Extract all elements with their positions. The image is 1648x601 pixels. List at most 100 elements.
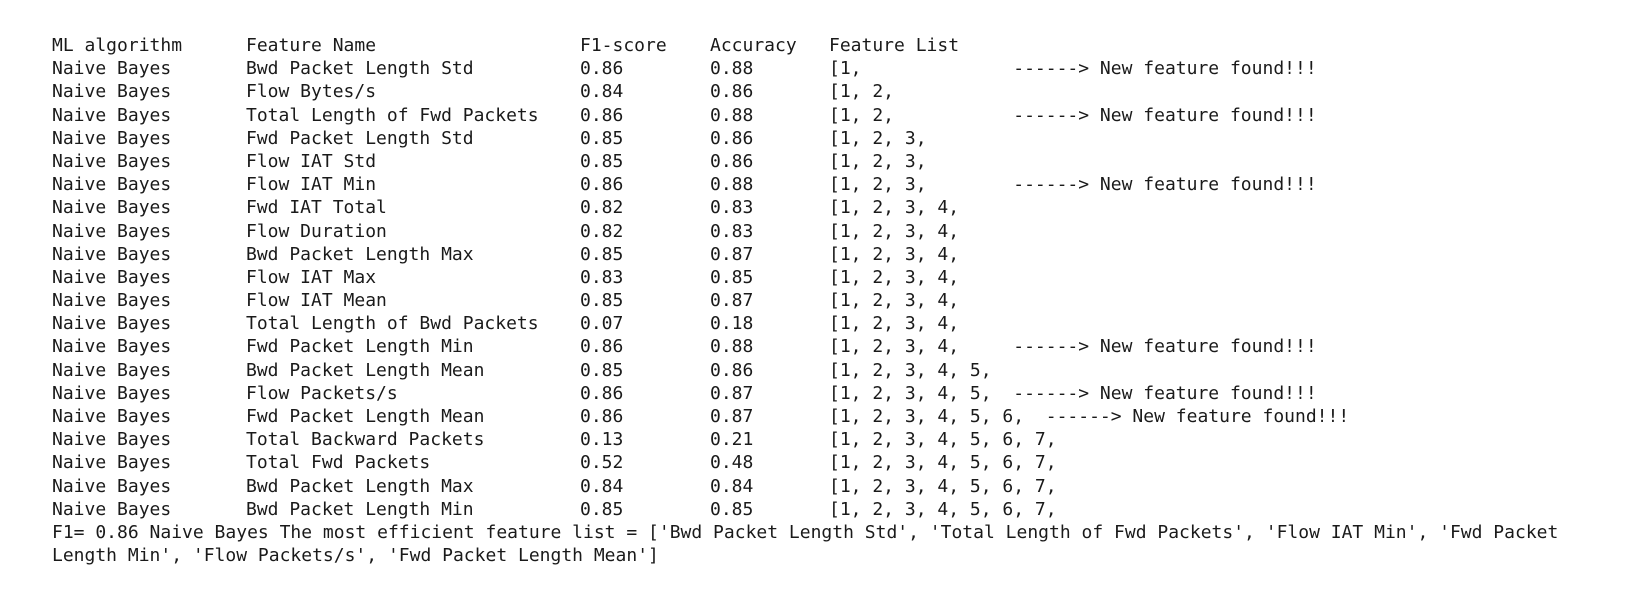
row-feature-name: Flow IAT Mean xyxy=(246,290,387,312)
row-accuracy: 0.87 xyxy=(710,243,754,265)
header-algorithm: ML algorithm xyxy=(52,35,183,56)
table-row: Naive Bayes Flow Packets/s 0.86 0.87 [1, 2, … xyxy=(52,382,1632,405)
row-feature-list: [1, 2, 3, 4, 5, 6, ------> New feature f… xyxy=(829,406,1350,427)
row-feature-list: [1, 2, ------> New feature found!!! xyxy=(829,104,1317,126)
row-algorithm: Naive Bayes xyxy=(52,150,172,172)
table-row: Naive Bayes Fwd Packet Length Min 0.86 0.88… xyxy=(52,335,1632,358)
summary-line: F1= 0.86 Naive Bayes The most efficient … xyxy=(52,521,1559,567)
row-algorithm: Naive Bayes xyxy=(52,290,172,312)
row-algorithm: Naive Bayes xyxy=(52,359,172,381)
row-f1-score: 0.85 xyxy=(580,498,624,520)
row-f1-score: 0.86 xyxy=(580,104,624,126)
row-feature-list: [1, 2, 3, 4, xyxy=(829,197,960,219)
console-output: ML algorithm Feature Name F1-score Accur… xyxy=(52,34,1632,567)
row-accuracy: 0.85 xyxy=(710,266,754,288)
row-f1-score: 0.52 xyxy=(580,452,624,474)
row-feature-list: [1, 2, xyxy=(829,81,895,103)
row-feature-name: Bwd Packet Length Std xyxy=(246,58,474,80)
row-algorithm: Naive Bayes xyxy=(52,266,172,288)
result-rows: Naive Bayes Bwd Packet Length Std 0.86 0.88… xyxy=(52,57,1632,521)
row-feature-list: [1, 2, 3, 4, 5, 6, 7, xyxy=(829,475,1057,497)
row-feature-list: [1, 2, 3, 4, 5, xyxy=(829,359,992,381)
table-row: Naive Bayes Bwd Packet Length Max 0.85 0.87… xyxy=(52,243,1632,266)
row-accuracy: 0.87 xyxy=(710,382,754,404)
row-algorithm: Naive Bayes xyxy=(52,498,172,520)
row-accuracy: 0.83 xyxy=(710,197,754,219)
row-accuracy: 0.86 xyxy=(710,127,754,149)
row-f1-score: 0.86 xyxy=(580,336,624,358)
row-algorithm: Naive Bayes xyxy=(52,429,172,451)
header-feature-name: Feature Name xyxy=(246,35,377,56)
row-algorithm: Naive Bayes xyxy=(52,382,172,404)
row-accuracy: 0.86 xyxy=(710,359,754,381)
row-feature-name: Bwd Packet Length Min xyxy=(246,498,474,520)
row-accuracy: 0.21 xyxy=(710,429,754,451)
table-row: Naive Bayes Total Length of Bwd Packets 0.… xyxy=(52,312,1632,335)
row-feature-name: Total Length of Fwd Packets xyxy=(246,104,539,126)
row-f1-score: 0.85 xyxy=(580,359,624,381)
row-f1-score: 0.85 xyxy=(580,127,624,149)
row-f1-score: 0.86 xyxy=(580,58,624,80)
header-feature-list: Feature List xyxy=(829,35,960,56)
row-accuracy: 0.88 xyxy=(710,336,754,358)
table-row: Naive Bayes Fwd Packet Length Std 0.85 0.86… xyxy=(52,127,1632,150)
row-feature-list: [1, 2, 3, 4, xyxy=(829,313,960,335)
row-feature-list: [1, 2, 3, 4, xyxy=(829,220,960,242)
row-f1-score: 0.85 xyxy=(580,290,624,312)
row-accuracy: 0.84 xyxy=(710,475,754,497)
row-algorithm: Naive Bayes xyxy=(52,174,172,196)
row-f1-score: 0.85 xyxy=(580,243,624,265)
table-row: Naive Bayes Bwd Packet Length Max 0.84 0.84… xyxy=(52,475,1632,498)
row-algorithm: Naive Bayes xyxy=(52,220,172,242)
row-feature-list: [1, 2, 3, xyxy=(829,127,927,149)
row-feature-name: Flow IAT Std xyxy=(246,150,377,172)
row-accuracy: 0.88 xyxy=(710,104,754,126)
row-accuracy: 0.86 xyxy=(710,150,754,172)
row-accuracy: 0.83 xyxy=(710,220,754,242)
table-row: Naive Bayes Flow IAT Std 0.85 0.86 [1, 2, 3, xyxy=(52,150,1632,173)
row-feature-name: Bwd Packet Length Max xyxy=(246,243,474,265)
row-f1-score: 0.13 xyxy=(580,429,624,451)
row-feature-list: [1, ------> New feature found!!! xyxy=(829,58,1317,80)
row-f1-score: 0.82 xyxy=(580,197,624,219)
table-row: Naive Bayes Total Backward Packets 0.13 0.2… xyxy=(52,428,1632,451)
row-feature-list: [1, 2, 3, 4, 5, ------> New feature foun… xyxy=(829,382,1317,404)
row-feature-name: Bwd Packet Length Mean xyxy=(246,359,485,381)
row-accuracy: 0.87 xyxy=(710,406,754,427)
row-feature-name: Flow Packets/s xyxy=(246,382,398,404)
row-accuracy: 0.85 xyxy=(710,498,754,520)
row-feature-name: Flow Duration xyxy=(246,220,387,242)
table-row: Naive Bayes Flow IAT Max 0.83 0.85 [1, 2, 3,… xyxy=(52,266,1632,289)
row-algorithm: Naive Bayes xyxy=(52,243,172,265)
row-f1-score: 0.85 xyxy=(580,150,624,172)
row-algorithm: Naive Bayes xyxy=(52,406,172,427)
table-row: Naive Bayes Fwd Packet Length Mean 0.86 0.8… xyxy=(52,405,1632,428)
row-accuracy: 0.88 xyxy=(710,58,754,80)
header-row: ML algorithm Feature Name F1-score Accur… xyxy=(52,34,1632,57)
row-feature-name: Fwd Packet Length Std xyxy=(246,127,474,149)
header-accuracy: Accuracy xyxy=(710,35,797,56)
table-row: Naive Bayes Flow Duration 0.82 0.83 [1, 2, 3… xyxy=(52,220,1632,243)
row-feature-list: [1, 2, 3, 4, xyxy=(829,243,960,265)
row-f1-score: 0.83 xyxy=(580,266,624,288)
row-feature-list: [1, 2, 3, 4, xyxy=(829,266,960,288)
row-algorithm: Naive Bayes xyxy=(52,127,172,149)
row-feature-name: Total Length of Bwd Packets xyxy=(246,313,539,335)
row-feature-name: Fwd Packet Length Min xyxy=(246,336,474,358)
table-row: Naive Bayes Fwd IAT Total 0.82 0.83 [1, 2, 3… xyxy=(52,196,1632,219)
table-row: Naive Bayes Bwd Packet Length Min 0.85 0.85… xyxy=(52,498,1632,521)
row-accuracy: 0.48 xyxy=(710,452,754,474)
row-algorithm: Naive Bayes xyxy=(52,336,172,358)
row-feature-name: Flow IAT Min xyxy=(246,174,377,196)
row-feature-list: [1, 2, 3, 4, 5, 6, 7, xyxy=(829,498,1057,520)
row-feature-list: [1, 2, 3, 4, 5, 6, 7, xyxy=(829,429,1057,451)
row-feature-list: [1, 2, 3, xyxy=(829,150,927,172)
row-accuracy: 0.86 xyxy=(710,81,754,103)
table-row: Naive Bayes Flow IAT Min 0.86 0.88 [1, 2, 3,… xyxy=(52,173,1632,196)
table-row: Naive Bayes Flow Bytes/s 0.84 0.86 [1, 2, xyxy=(52,80,1632,103)
row-algorithm: Naive Bayes xyxy=(52,197,172,219)
row-algorithm: Naive Bayes xyxy=(52,81,172,103)
table-row: Naive Bayes Total Length of Fwd Packets 0.… xyxy=(52,104,1632,127)
table-row: Naive Bayes Bwd Packet Length Mean 0.85 0.8… xyxy=(52,359,1632,382)
row-feature-list: [1, 2, 3, 4, 5, 6, 7, xyxy=(829,452,1057,474)
